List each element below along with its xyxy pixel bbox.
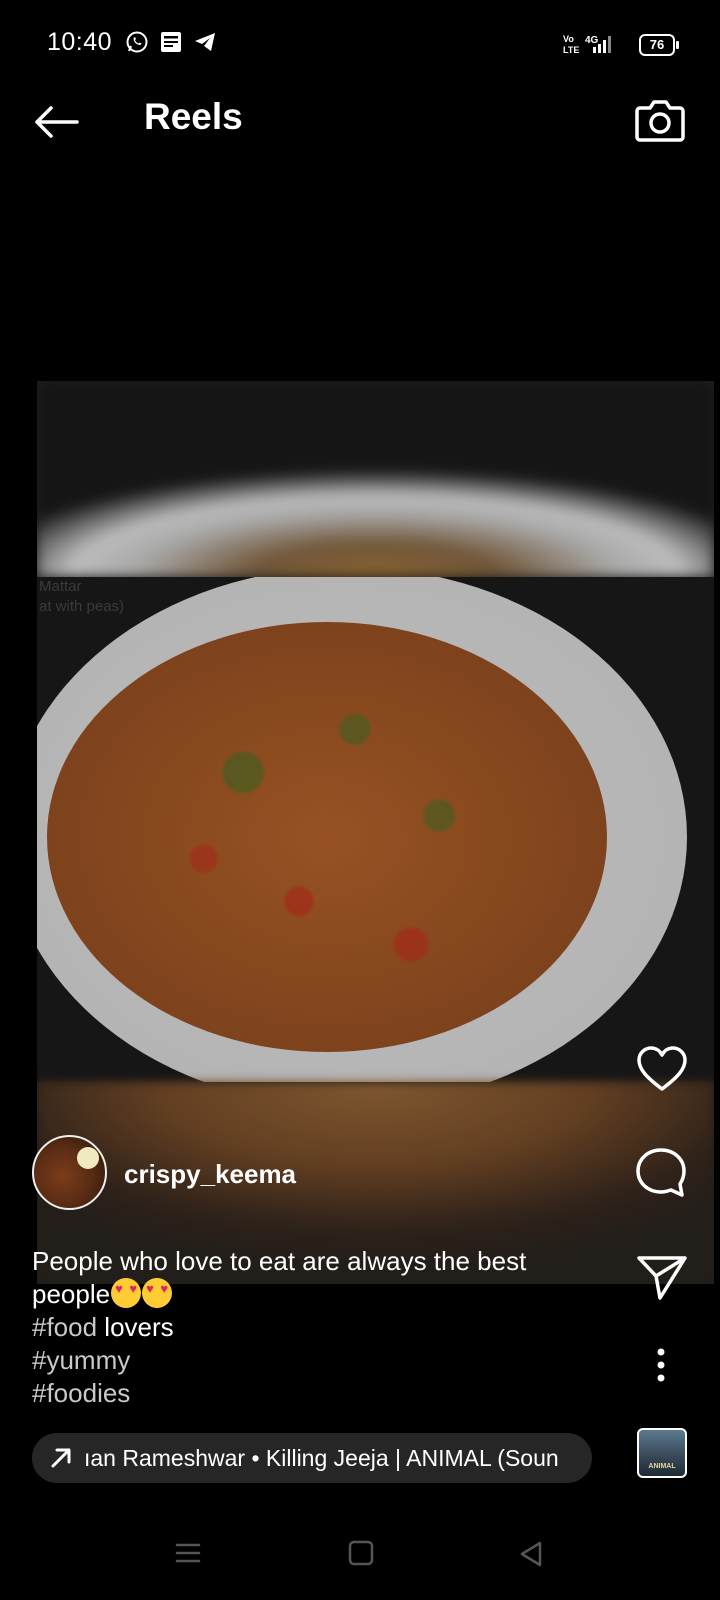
arrow-up-right-icon [51,1448,71,1468]
home-icon[interactable] [348,1540,374,1566]
comment-icon[interactable] [634,1146,688,1200]
author-username[interactable]: crispy_keema [124,1159,296,1190]
author-avatar[interactable] [32,1135,107,1210]
back-nav-icon[interactable] [518,1540,544,1568]
svg-text:LTE: LTE [563,45,579,55]
svg-text:Vo: Vo [563,34,574,44]
hashtag-yummy[interactable]: #yummy [32,1344,592,1377]
recent-apps-icon[interactable] [175,1540,201,1566]
whatsapp-icon [126,31,148,53]
hashtag-food[interactable]: #food [32,1312,97,1342]
caption-line-1: People who love to eat are always the be… [32,1245,592,1311]
audio-track-pill[interactable]: ıan Rameshwar • Killing Jeeja | ANIMAL (… [32,1433,592,1483]
audio-track-text: ıan Rameshwar • Killing Jeeja | ANIMAL (… [84,1445,559,1471]
heart-eyes-emoji [142,1278,173,1308]
status-time: 10:40 [47,28,113,56]
video-overlay-text: Mattar at with peas) [39,578,125,615]
heart-eyes-emoji [111,1278,142,1308]
svg-text:4G: 4G [585,35,599,46]
page-title: Reels [144,96,243,137]
telegram-icon [195,33,215,51]
more-options-icon[interactable] [655,1347,667,1383]
audio-thumbnail[interactable]: ANIMAL [637,1428,687,1478]
caption-lovers: lovers [97,1312,174,1342]
like-icon[interactable] [636,1045,688,1093]
caption-text: People who love to eat are always the be… [32,1246,527,1309]
status-bar: 10:40 Vo LTE 4G 76 [0,0,720,88]
hashtag-foodies[interactable]: #foodies [32,1377,592,1410]
reel-caption[interactable]: People who love to eat are always the be… [32,1245,592,1410]
caption-line-food: #food lovers [32,1311,592,1344]
camera-icon[interactable] [634,96,686,144]
audio-thumb-label: ANIMAL [648,1463,676,1470]
signal-icon: Vo LTE 4G [563,34,611,55]
back-arrow-icon[interactable] [33,104,79,140]
battery-icon: 76 [639,34,679,56]
share-icon[interactable] [636,1254,688,1302]
video-dim [37,381,714,1284]
news-icon [161,32,181,52]
reel-video[interactable]: Mattar at with peas) [37,381,714,1284]
